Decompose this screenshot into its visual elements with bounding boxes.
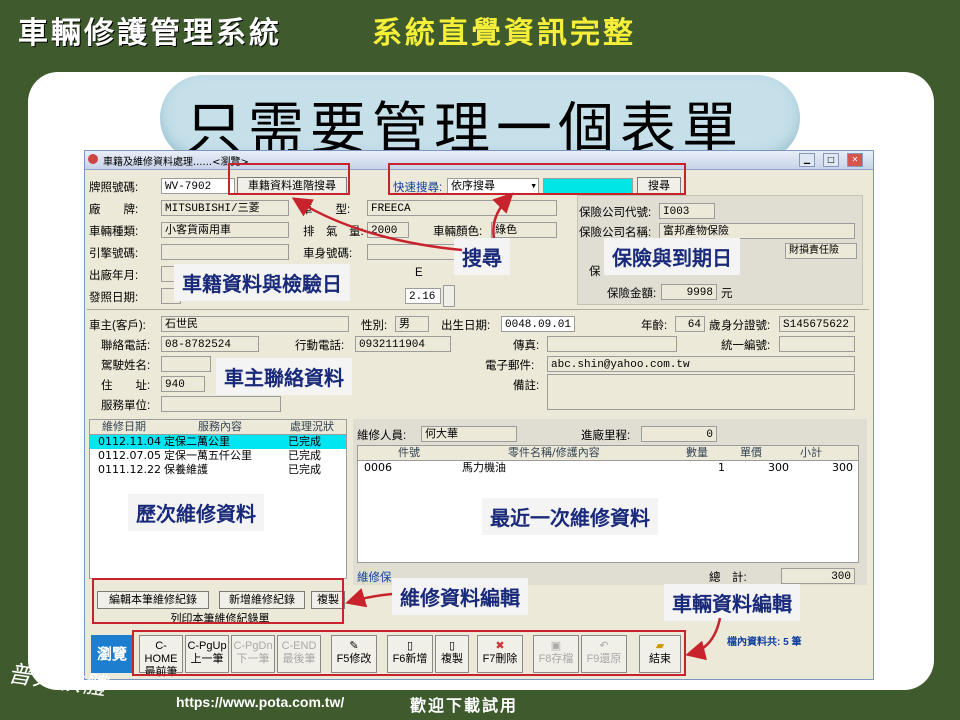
footer-url[interactable]: https://www.pota.com.tw/ <box>176 694 344 710</box>
footer-download: 歡迎下載試用 <box>410 696 519 715</box>
callout-arrows <box>291 192 722 661</box>
